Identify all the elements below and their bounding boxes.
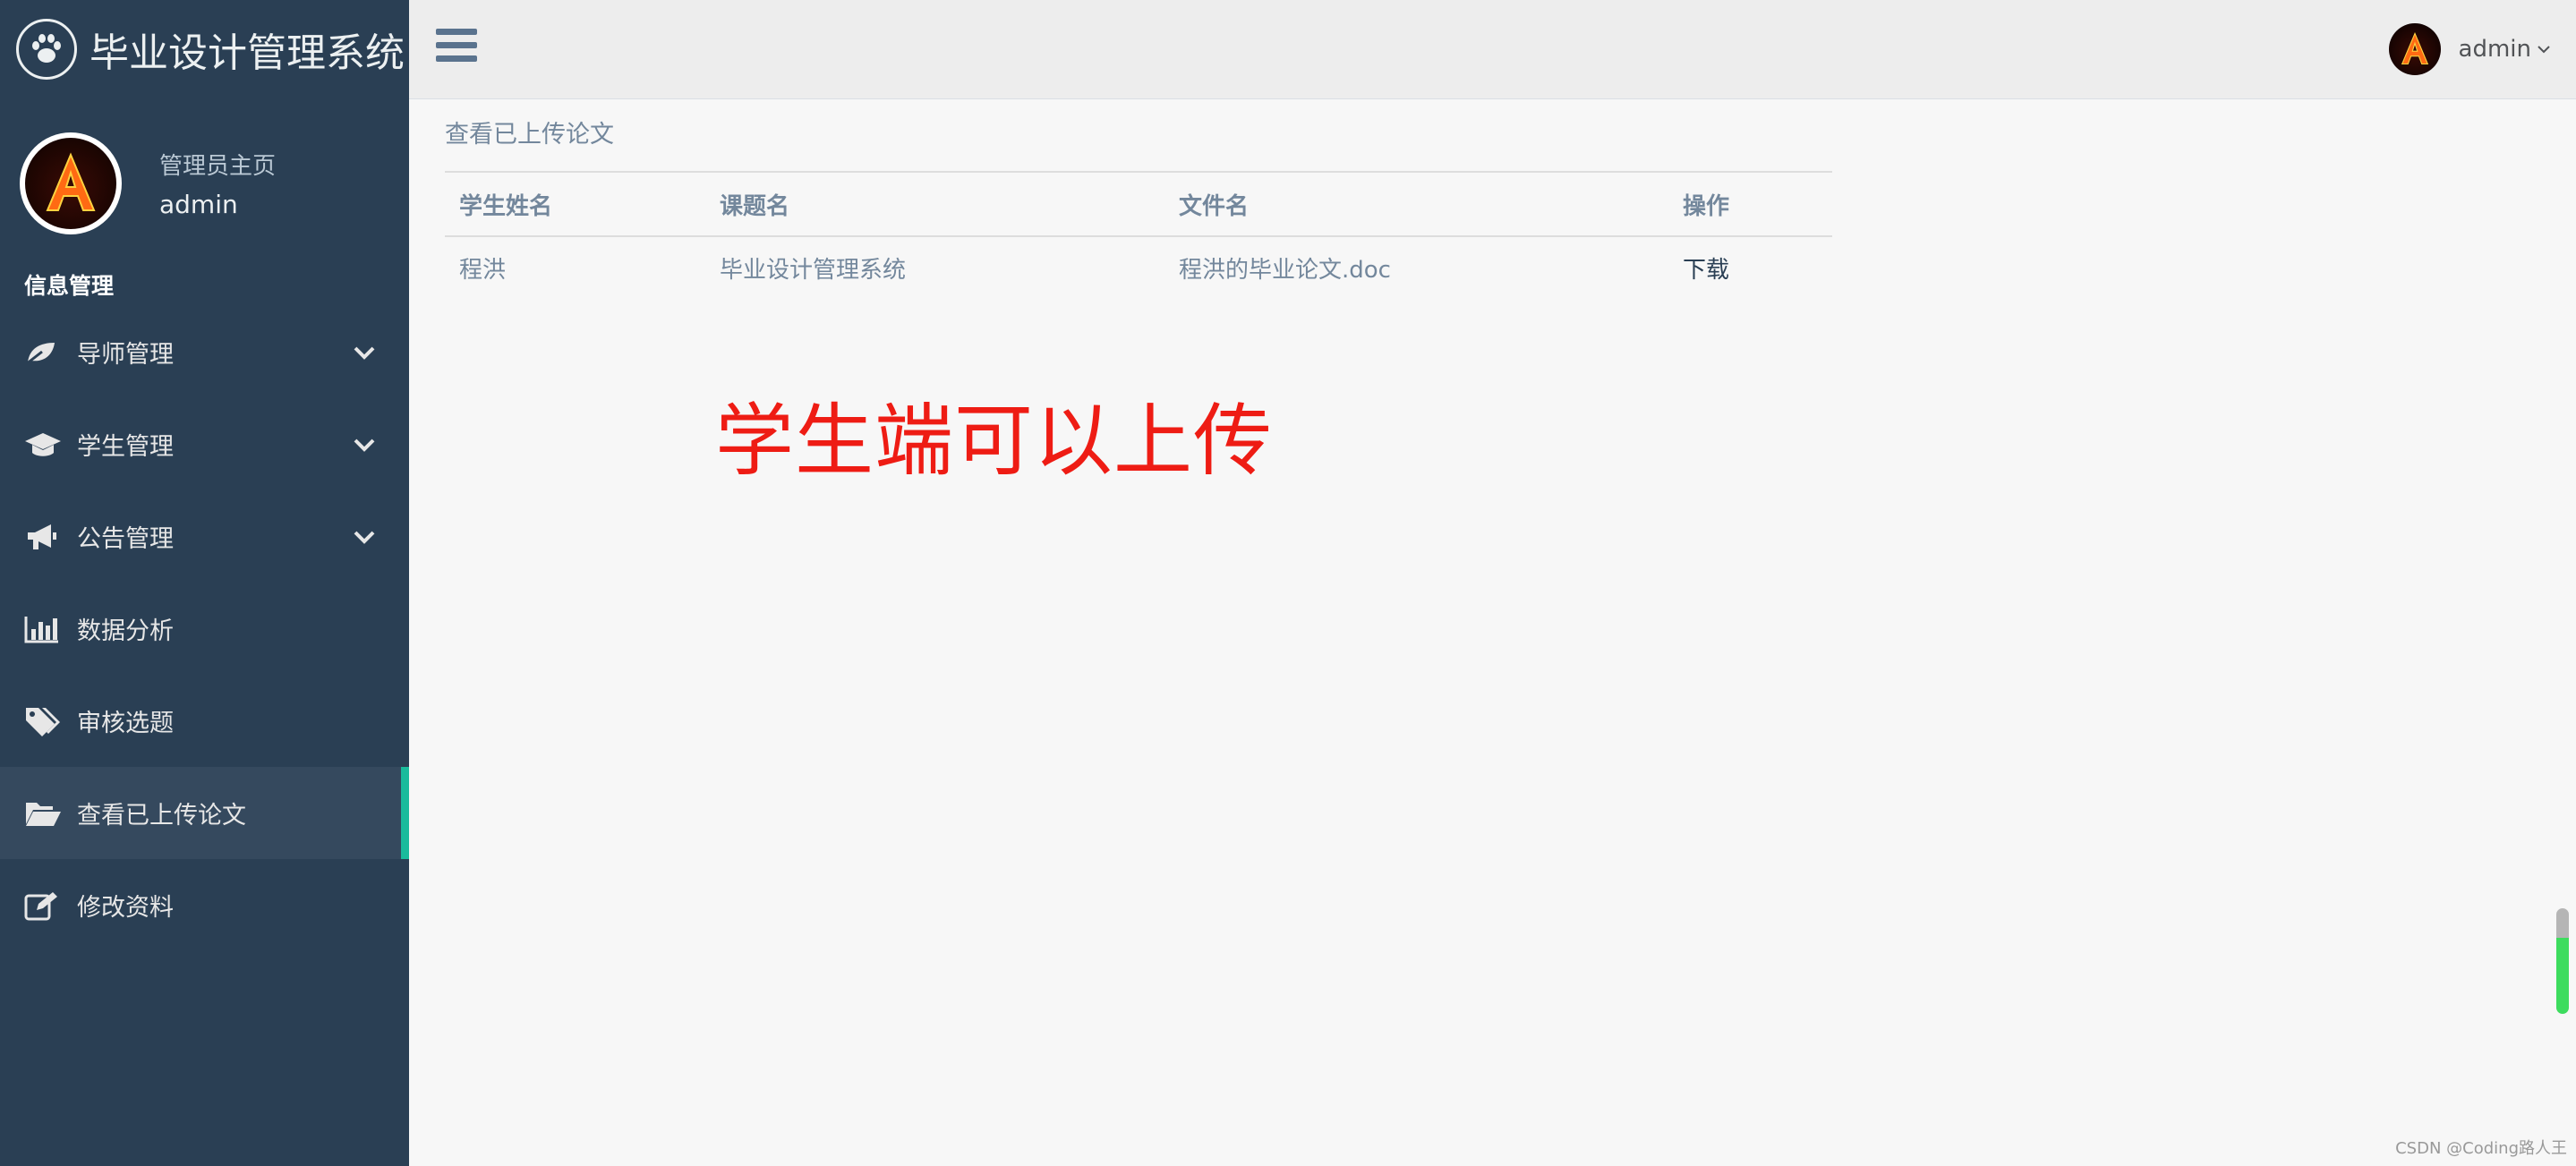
profile: 管理员主页 admin: [0, 98, 409, 268]
sidebar-item-notice[interactable]: 公告管理: [0, 490, 409, 583]
leaf-icon: [24, 336, 62, 369]
brand[interactable]: 毕业设计管理系统: [0, 0, 409, 98]
papers-table: 学生姓名 课题名 文件名 操作 程洪 毕业设计管理系统 程洪的毕业论文.doc …: [445, 171, 1832, 299]
bullhorn-icon: [24, 521, 62, 553]
avatar: [20, 132, 122, 234]
sidebar-item-label: 审核选题: [77, 710, 174, 737]
student-name-cell: 程洪: [459, 257, 507, 284]
download-link[interactable]: 下载: [1683, 257, 1729, 284]
column-header: 学生姓名: [445, 171, 705, 237]
sidebar-item-label: 公告管理: [77, 525, 174, 553]
sidebar-item-tutor[interactable]: 导师管理: [0, 306, 409, 398]
file-name-cell: 程洪的毕业论文.doc: [1179, 257, 1391, 284]
menu-toggle-icon[interactable]: [436, 29, 477, 66]
sidebar-item-label: 修改资料: [77, 894, 174, 922]
sidebar-item-data-analysis[interactable]: 数据分析: [0, 583, 409, 675]
table-row: 程洪 毕业设计管理系统 程洪的毕业论文.doc 下载: [445, 236, 1832, 299]
column-header: 操作: [1668, 171, 1832, 237]
sidebar-item-review-topic[interactable]: 审核选题: [0, 675, 409, 767]
annotation-text: 学生端可以上传: [715, 395, 1274, 487]
column-header: 课题名: [705, 171, 1164, 237]
table-header-row: 学生姓名 课题名 文件名 操作: [445, 171, 1832, 237]
user-name: admin: [2458, 36, 2531, 63]
user-menu[interactable]: admin: [2388, 23, 2551, 75]
avatar: [2388, 23, 2441, 75]
chevron-down-icon: [354, 346, 375, 360]
graduation-cap-icon: [24, 429, 62, 461]
top-nav: admin: [409, 0, 2576, 99]
column-header: 文件名: [1164, 171, 1668, 237]
sidebar-item-edit-profile[interactable]: 修改资料: [0, 859, 409, 951]
sidebar-item-label: 查看已上传论文: [77, 802, 246, 830]
folder-open-icon: [24, 797, 62, 830]
sidebar-item-uploaded-papers[interactable]: 查看已上传论文: [0, 767, 409, 859]
profile-name: admin: [159, 190, 238, 219]
paw-icon: [16, 19, 77, 80]
page-title: 查看已上传论文: [445, 121, 614, 149]
brand-title: 毕业设计管理系统: [90, 30, 405, 76]
action-cell: 下载: [1668, 236, 1832, 299]
sidebar-item-label: 学生管理: [77, 433, 174, 461]
sidebar-item-label: 导师管理: [77, 341, 174, 369]
sidebar-item-student[interactable]: 学生管理: [0, 398, 409, 490]
sidebar: 毕业设计管理系统 管理员主页 admin 信息管理 导师管理 学生管理 公告管理…: [0, 0, 409, 1166]
chevron-down-icon: [354, 531, 375, 544]
bar-chart-icon: [24, 613, 62, 645]
chevron-down-icon: [354, 438, 375, 452]
sidebar-menu: 导师管理 学生管理 公告管理 数据分析 审核选题 查看已上传论文 修改资料: [0, 306, 409, 951]
profile-welcome: 管理员主页: [159, 153, 277, 180]
sidebar-item-label: 数据分析: [77, 617, 174, 645]
scroll-indicator[interactable]: [2556, 908, 2569, 1014]
edit-icon: [24, 889, 62, 922]
section-title: 信息管理: [24, 273, 115, 299]
watermark: CSDN @Coding路人王: [2395, 1139, 2567, 1158]
tags-icon: [24, 705, 62, 737]
main-content: 查看已上传论文 学生姓名 课题名 文件名 操作 程洪 毕业设计管理系统 程洪的毕…: [445, 99, 1832, 299]
topic-cell: 毕业设计管理系统: [720, 257, 907, 284]
chevron-down-icon: [2538, 46, 2550, 54]
